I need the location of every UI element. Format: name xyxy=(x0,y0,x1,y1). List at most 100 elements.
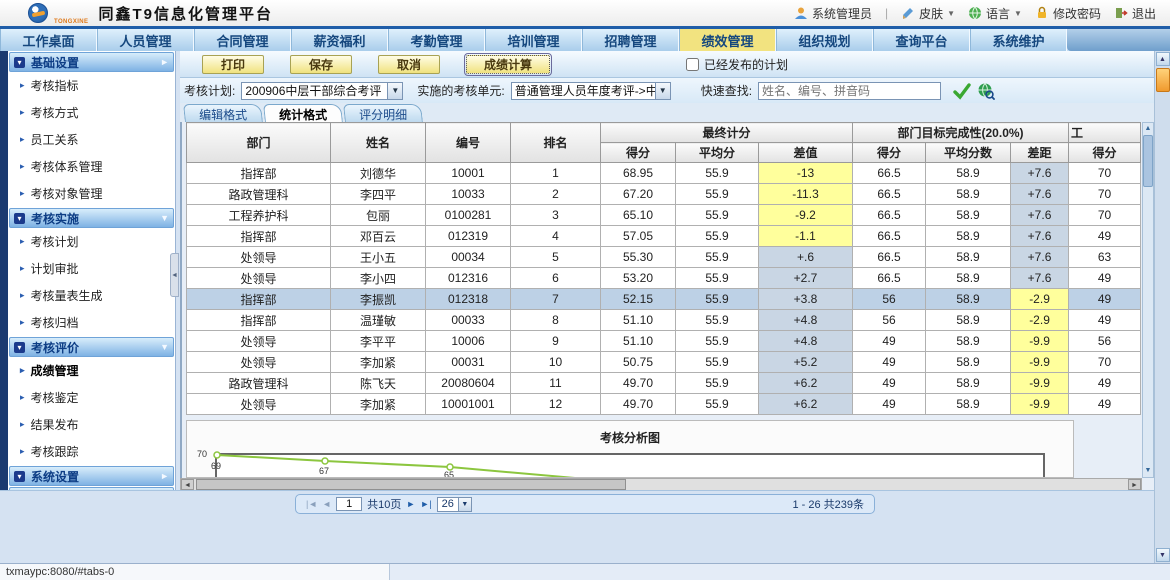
scroll-up-icon[interactable]: ▲ xyxy=(1145,123,1152,135)
cell-name[interactable]: 李小四 xyxy=(331,268,426,289)
cell-score[interactable]: 67.20 xyxy=(601,184,676,205)
cell-score[interactable]: 49.70 xyxy=(601,373,676,394)
col-id[interactable]: 编号 xyxy=(426,123,511,163)
table-row[interactable]: 处领导李加紧000311050.7555.9+5.24958.9-9.970 xyxy=(187,352,1141,373)
prev-page-button[interactable]: ◄ xyxy=(322,499,331,509)
cell-score[interactable]: 68.95 xyxy=(601,163,676,184)
cell-name[interactable]: 刘德华 xyxy=(331,163,426,184)
page-number-input[interactable] xyxy=(336,497,362,511)
cancel-button[interactable]: 取消 xyxy=(378,55,440,74)
sidebar-item-0-0[interactable]: ▸考核指标 xyxy=(8,72,175,99)
table-row[interactable]: 路政管理科陈飞天200806041149.7055.9+6.24958.9-9.… xyxy=(187,373,1141,394)
colgroup-final-score[interactable]: 最终计分 xyxy=(601,123,853,143)
col-name[interactable]: 姓名 xyxy=(331,123,426,163)
nav-tab-1[interactable]: 人员管理 xyxy=(97,29,194,51)
col-diff[interactable]: 差值 xyxy=(759,143,853,163)
cell-name[interactable]: 陈飞天 xyxy=(331,373,426,394)
sidebar-group-3[interactable]: ▾系统设置► xyxy=(9,466,174,486)
nav-tab-5[interactable]: 培训管理 xyxy=(485,29,582,51)
scroll-up-icon[interactable]: ▲ xyxy=(1156,52,1170,66)
col-avg[interactable]: 平均分 xyxy=(676,143,759,163)
cell-name[interactable]: 李加紧 xyxy=(331,394,426,415)
table-row[interactable]: 处领导李加紧100010011249.7055.9+6.24958.9-9.94… xyxy=(187,394,1141,415)
scroll-down-icon[interactable]: ▼ xyxy=(1156,548,1170,562)
published-plan-checkbox[interactable] xyxy=(686,58,699,71)
scrollbar-thumb[interactable] xyxy=(1143,135,1153,187)
table-row[interactable]: 工程养护科包丽0100281365.1055.9-9.266.558.9+7.6… xyxy=(187,205,1141,226)
sidebar-item-1-3[interactable]: ▸考核归档 xyxy=(8,309,175,336)
nav-tab-7[interactable]: 绩效管理 xyxy=(679,29,776,51)
nav-tab-6[interactable]: 招聘管理 xyxy=(582,29,679,51)
print-button[interactable]: 打印 xyxy=(202,55,264,74)
sidebar-item-1-2[interactable]: ▸考核量表生成 xyxy=(8,282,175,309)
nav-tab-2[interactable]: 合同管理 xyxy=(194,29,291,51)
cell-score[interactable]: 49.70 xyxy=(601,394,676,415)
last-page-button[interactable]: ►| xyxy=(420,499,431,509)
first-page-button[interactable]: |◄ xyxy=(306,499,317,509)
cell-score[interactable]: 55.30 xyxy=(601,247,676,268)
sidebar-group-0[interactable]: ▾基础设置► xyxy=(9,52,174,72)
sidebar-group-1[interactable]: ▾考核实施▼ xyxy=(9,208,174,228)
col-score2[interactable]: 得分 xyxy=(1069,143,1141,163)
col-dept[interactable]: 部门 xyxy=(187,123,331,163)
sidebar-item-0-3[interactable]: ▸考核体系管理 xyxy=(8,153,175,180)
scroll-down-icon[interactable]: ▼ xyxy=(1145,465,1152,477)
col-dscore[interactable]: 得分 xyxy=(853,143,926,163)
cell-score[interactable]: 50.75 xyxy=(601,352,676,373)
save-button[interactable]: 保存 xyxy=(290,55,352,74)
colgroup-next-partial[interactable]: 工 xyxy=(1069,123,1141,143)
nav-tab-9[interactable]: 查询平台 xyxy=(873,29,970,51)
table-row[interactable]: 处领导王小五00034555.3055.9+.666.558.9+7.663 xyxy=(187,247,1141,268)
chevron-down-icon[interactable]: ▼ xyxy=(655,83,670,99)
sidebar-item-1-0[interactable]: ▸考核计划 xyxy=(8,228,175,255)
chevron-down-icon[interactable]: ▼ xyxy=(387,83,402,99)
col-score[interactable]: 得分 xyxy=(601,143,676,163)
next-page-button[interactable]: ► xyxy=(406,499,415,509)
sidebar-item-0-1[interactable]: ▸考核方式 xyxy=(8,99,175,126)
sidebar-item-0-4[interactable]: ▸考核对象管理 xyxy=(8,180,175,207)
cell-name[interactable]: 李四平 xyxy=(331,184,426,205)
content-tab-2[interactable]: 评分明细 xyxy=(343,104,423,123)
sidebar-group-2[interactable]: ▾考核评价▼ xyxy=(9,337,174,357)
nav-tab-3[interactable]: 薪资福利 xyxy=(291,29,388,51)
sidebar-collapse-handle[interactable]: ◄ xyxy=(170,253,179,297)
colgroup-dept-goal[interactable]: 部门目标完成性(20.0%) xyxy=(853,123,1069,143)
scrollbar-thumb-orange[interactable] xyxy=(1156,68,1170,92)
cell-name[interactable]: 包丽 xyxy=(331,205,426,226)
cell-name[interactable]: 李加紧 xyxy=(331,352,426,373)
table-row[interactable]: 指挥部刘德华10001168.9555.9-1366.558.9+7.670 xyxy=(187,163,1141,184)
search-globe-icon[interactable] xyxy=(977,82,995,100)
sidebar-item-2-2[interactable]: ▸结果发布 xyxy=(8,411,175,438)
sidebar-item-2-3[interactable]: ▸考核跟踪 xyxy=(8,438,175,465)
chevron-down-icon[interactable]: ▼ xyxy=(458,498,471,511)
nav-tab-8[interactable]: 组织规划 xyxy=(776,29,873,51)
table-row[interactable]: 指挥部邓百云012319457.0555.9-1.166.558.9+7.649 xyxy=(187,226,1141,247)
plan-select[interactable]: 200906中层干部综合考评 ▼ xyxy=(241,82,403,100)
skin-menu[interactable]: 皮肤▼ xyxy=(901,5,955,22)
current-user[interactable]: 系统管理员 xyxy=(794,5,872,22)
cell-score[interactable]: 51.10 xyxy=(601,331,676,352)
table-row[interactable]: 路政管理科李四平10033267.2055.9-11.366.558.9+7.6… xyxy=(187,184,1141,205)
cell-score[interactable]: 51.10 xyxy=(601,310,676,331)
table-row[interactable]: 指挥部李振凯012318752.1555.9+3.85658.9-2.949 xyxy=(187,289,1141,310)
cell-name[interactable]: 李振凯 xyxy=(331,289,426,310)
cell-score[interactable]: 65.10 xyxy=(601,205,676,226)
logout[interactable]: 退出 xyxy=(1114,5,1156,22)
scroll-left-icon[interactable]: ◄ xyxy=(181,479,194,490)
language-menu[interactable]: 语言▼ xyxy=(968,5,1022,22)
nav-tab-10[interactable]: 系统维护 xyxy=(970,29,1067,51)
scrollbar-thumb[interactable] xyxy=(196,479,626,490)
sidebar-item-2-0[interactable]: ▸成绩管理 xyxy=(8,357,175,384)
page-size-select[interactable]: 26 ▼ xyxy=(437,497,472,512)
scroll-right-icon[interactable]: ► xyxy=(1128,479,1141,490)
table-row[interactable]: 指挥部温瑾敏00033851.1055.9+4.85658.9-2.949 xyxy=(187,310,1141,331)
cell-name[interactable]: 温瑾敏 xyxy=(331,310,426,331)
col-rank[interactable]: 排名 xyxy=(511,123,601,163)
sidebar-item-0-2[interactable]: ▸员工关系 xyxy=(8,126,175,153)
search-input[interactable] xyxy=(758,82,941,100)
cell-name[interactable]: 李平平 xyxy=(331,331,426,352)
cell-name[interactable]: 邓百云 xyxy=(331,226,426,247)
cell-score[interactable]: 57.05 xyxy=(601,226,676,247)
table-row[interactable]: 处领导李平平10006951.1055.9+4.84958.9-9.956 xyxy=(187,331,1141,352)
content-tab-1[interactable]: 统计格式 xyxy=(263,104,343,123)
